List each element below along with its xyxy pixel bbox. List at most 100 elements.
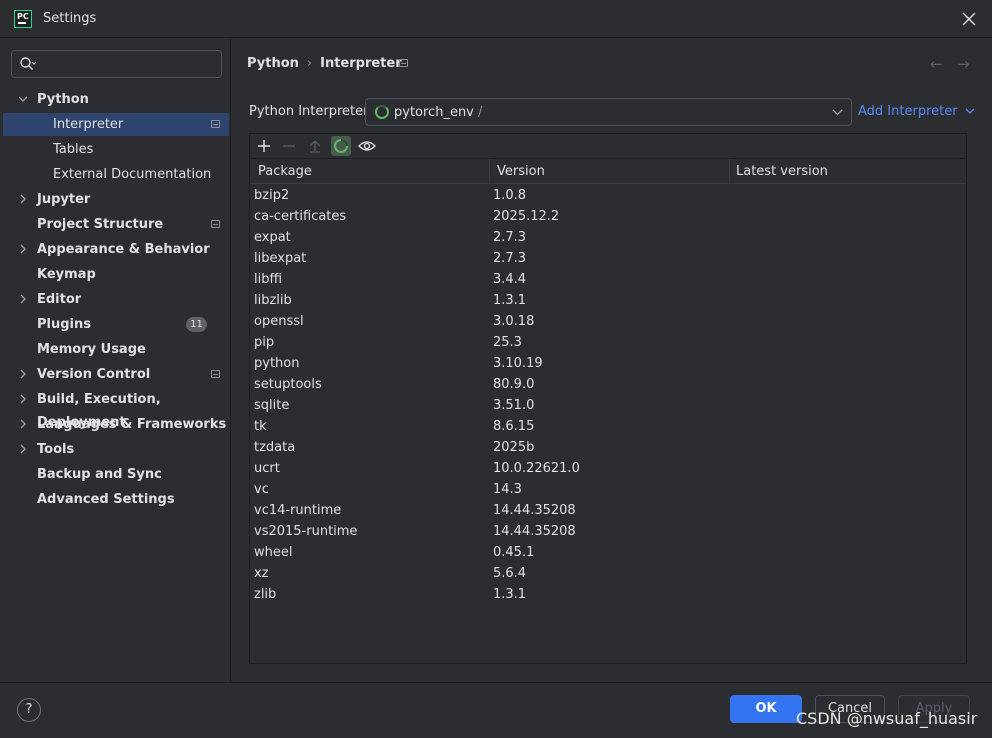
package-version-cell: 25.3 [493, 335, 522, 350]
chevron-right-icon[interactable] [18, 444, 28, 454]
interpreter-value: pytorch_env [394, 105, 474, 120]
sidebar-item-project-structure[interactable]: Project Structure [3, 213, 229, 236]
table-row[interactable]: vc14-runtime 14.44.35208 [250, 500, 966, 521]
project-scope-icon [211, 120, 220, 128]
pycharm-logo-icon: PC [14, 10, 32, 28]
table-row[interactable]: openssl 3.0.18 [250, 311, 966, 332]
table-row[interactable]: tk 8.6.15 [250, 416, 966, 437]
help-button[interactable]: ? [17, 698, 41, 722]
package-name-cell: libzlib [254, 293, 292, 308]
add-package-icon[interactable] [254, 136, 274, 156]
search-input[interactable] [11, 50, 222, 78]
breadcrumb-parent[interactable]: Python [247, 56, 299, 71]
sidebar-item-backup-and-sync[interactable]: Backup and Sync [3, 463, 229, 486]
table-row[interactable]: expat 2.7.3 [250, 227, 966, 248]
package-version-cell: 14.44.35208 [493, 524, 576, 539]
package-name-cell: openssl [254, 314, 304, 329]
sidebar-item-build-execution-deployment[interactable]: Build, Execution, Deployment [3, 388, 229, 430]
sidebar-item-label: Advanced Settings [37, 492, 175, 507]
sidebar-item-memory-usage[interactable]: Memory Usage [3, 338, 229, 361]
table-row[interactable]: python 3.10.19 [250, 353, 966, 374]
packages-table-header: Package Version Latest version [250, 159, 966, 184]
sidebar-item-label: Languages & Frameworks [37, 417, 227, 432]
package-name-cell: ca-certificates [254, 209, 347, 224]
package-version-cell: 2.7.3 [493, 230, 527, 245]
refresh-spinner-icon[interactable] [331, 136, 351, 156]
table-row[interactable]: pip 25.3 [250, 332, 966, 353]
loading-spinner-icon [375, 105, 389, 119]
interpreter-path: / [478, 105, 483, 120]
table-row[interactable]: libffi 3.4.4 [250, 269, 966, 290]
sidebar-item-tables[interactable]: Tables [3, 138, 229, 161]
package-name-cell: libffi [254, 272, 283, 287]
table-row[interactable]: vc 14.3 [250, 479, 966, 500]
chevron-down-icon[interactable] [18, 94, 28, 104]
sidebar-item-tools[interactable]: Tools [3, 438, 229, 461]
close-icon[interactable] [960, 10, 978, 28]
sidebar-item-advanced-settings[interactable]: Advanced Settings [3, 488, 229, 511]
table-row[interactable]: setuptools 80.9.0 [250, 374, 966, 395]
column-header-package[interactable]: Package [258, 159, 312, 184]
sidebar-item-jupyter[interactable]: Jupyter [3, 188, 229, 211]
sidebar-item-version-control[interactable]: Version Control [3, 363, 229, 386]
package-name-cell: tk [254, 419, 267, 434]
table-row[interactable]: libzlib 1.3.1 [250, 290, 966, 311]
table-row[interactable]: tzdata 2025b [250, 437, 966, 458]
sidebar-item-python[interactable]: Python [3, 88, 229, 111]
remove-package-icon[interactable] [279, 136, 299, 156]
add-interpreter-link[interactable]: Add Interpreter [858, 103, 975, 121]
package-version-cell: 2025b [493, 440, 535, 455]
table-row[interactable]: zlib 1.3.1 [250, 584, 966, 605]
chevron-right-icon[interactable] [18, 419, 28, 429]
column-header-version[interactable]: Version [497, 159, 545, 184]
table-row[interactable]: vs2015-runtime 14.44.35208 [250, 521, 966, 542]
package-name-cell: python [254, 356, 300, 371]
forward-arrow-icon[interactable]: → [957, 55, 970, 73]
package-version-cell: 3.0.18 [493, 314, 535, 329]
chevron-down-icon [965, 108, 975, 114]
sidebar-item-external-documentation[interactable]: External Documentation [3, 163, 229, 186]
sidebar-item-interpreter[interactable]: Interpreter [3, 113, 229, 136]
chevron-right-icon[interactable] [18, 194, 28, 204]
sidebar-item-editor[interactable]: Editor [3, 288, 229, 311]
package-version-cell: 5.6.4 [493, 566, 527, 581]
table-row[interactable]: bzip2 1.0.8 [250, 185, 966, 206]
project-scope-icon [399, 59, 408, 67]
column-header-latest-version[interactable]: Latest version [736, 159, 828, 184]
chevron-right-icon[interactable] [18, 394, 28, 404]
table-row[interactable]: xz 5.6.4 [250, 563, 966, 584]
sidebar-item-label: Plugins [37, 317, 91, 332]
package-name-cell: xz [254, 566, 269, 581]
add-interpreter-label: Add Interpreter [858, 104, 958, 119]
package-name-cell: vc14-runtime [254, 503, 342, 518]
interpreter-select[interactable]: pytorch_env / [365, 98, 852, 126]
package-name-cell: zlib [254, 587, 277, 602]
ok-button[interactable]: OK [730, 695, 802, 723]
interpreter-label: Python Interpreter: [249, 104, 373, 119]
chevron-right-icon[interactable] [18, 369, 28, 379]
table-row[interactable]: libexpat 2.7.3 [250, 248, 966, 269]
show-early-releases-eye-icon[interactable] [357, 136, 377, 156]
settings-sidebar: Python Interpreter Tables External Docum… [0, 39, 231, 682]
chevron-right-icon[interactable] [18, 294, 28, 304]
window-title: Settings [43, 11, 97, 26]
sidebar-item-languages-frameworks[interactable]: Languages & Frameworks [3, 413, 229, 436]
chevron-down-icon[interactable] [832, 108, 843, 116]
chevron-right-icon[interactable] [18, 244, 28, 254]
sidebar-item-plugins[interactable]: Plugins 11 [3, 313, 229, 336]
table-row[interactable]: sqlite 3.51.0 [250, 395, 966, 416]
sidebar-item-label: Appearance & Behavior [37, 242, 210, 257]
upgrade-package-icon[interactable] [305, 136, 325, 156]
package-name-cell: tzdata [254, 440, 296, 455]
sidebar-item-appearance-behavior[interactable]: Appearance & Behavior [3, 238, 229, 261]
sidebar-item-keymap[interactable]: Keymap [3, 263, 229, 286]
package-version-cell: 10.0.22621.0 [493, 461, 580, 476]
table-row[interactable]: ucrt 10.0.22621.0 [250, 458, 966, 479]
back-arrow-icon[interactable]: ← [930, 55, 943, 73]
table-row[interactable]: wheel 0.45.1 [250, 542, 966, 563]
packages-table-body: bzip2 1.0.8 ca-certificates 2025.12.2 expat 2… [250, 185, 966, 605]
breadcrumb-separator: › [306, 56, 313, 71]
sidebar-item-label: Tables [53, 142, 94, 157]
table-row[interactable]: ca-certificates 2025.12.2 [250, 206, 966, 227]
package-version-cell: 2025.12.2 [493, 209, 560, 224]
